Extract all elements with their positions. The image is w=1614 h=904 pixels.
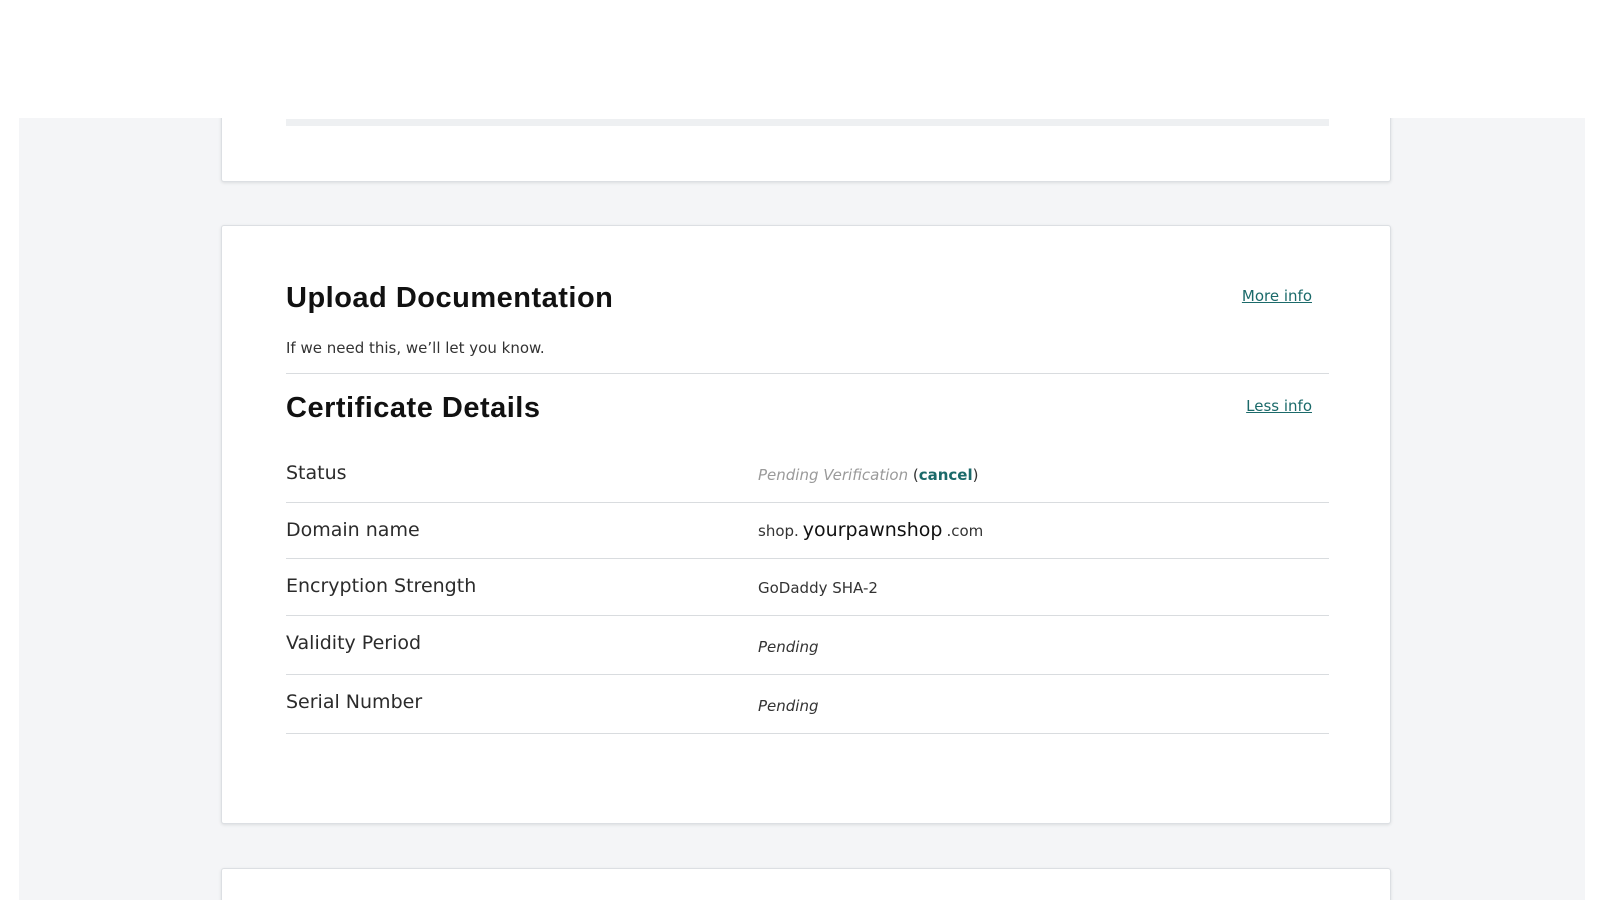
serial-row: Serial Number Pending: [286, 675, 1329, 734]
certificate-card: Upload Documentation More info If we nee…: [221, 225, 1391, 824]
status-row: Status Pending Verification (cancel): [286, 448, 1329, 503]
status-value: Pending Verification (cancel): [758, 466, 978, 484]
validity-label: Validity Period: [286, 632, 422, 654]
close-paren: ): [972, 466, 979, 484]
validity-row: Validity Period Pending: [286, 616, 1329, 675]
certificate-card-content: Upload Documentation More info If we nee…: [286, 226, 1329, 825]
domain-name: yourpawnshop: [802, 519, 943, 541]
certificate-details-title: Certificate Details: [286, 392, 541, 424]
encryption-value: GoDaddy SHA-2: [758, 579, 878, 597]
domain-label: Domain name: [286, 519, 420, 541]
domain-value: shop. yourpawnshop .com: [758, 519, 983, 541]
serial-label: Serial Number: [286, 691, 423, 713]
page-canvas: Upload Documentation More info If we nee…: [19, 118, 1585, 900]
domain-suffix: .com: [946, 522, 984, 540]
serial-value: Pending: [758, 697, 819, 715]
upload-documentation-description: If we need this, we’ll let you know.: [286, 339, 545, 357]
status-label: Status: [286, 462, 347, 484]
domain-row: Domain name shop. yourpawnshop .com: [286, 503, 1329, 559]
more-info-link[interactable]: More info: [1242, 287, 1312, 305]
section-divider: [286, 373, 1329, 374]
less-info-link[interactable]: Less info: [1246, 397, 1312, 415]
previous-section-strip: [286, 119, 1329, 126]
validity-value: Pending: [758, 638, 819, 656]
encryption-row: Encryption Strength GoDaddy SHA-2: [286, 559, 1329, 616]
previous-section-card: [221, 118, 1391, 182]
status-pending-text: Pending Verification: [758, 466, 909, 484]
upload-documentation-title: Upload Documentation: [286, 282, 614, 314]
next-section-card: [221, 868, 1391, 900]
cancel-link[interactable]: cancel: [919, 466, 973, 484]
domain-prefix: shop.: [758, 522, 799, 540]
encryption-label: Encryption Strength: [286, 575, 477, 597]
